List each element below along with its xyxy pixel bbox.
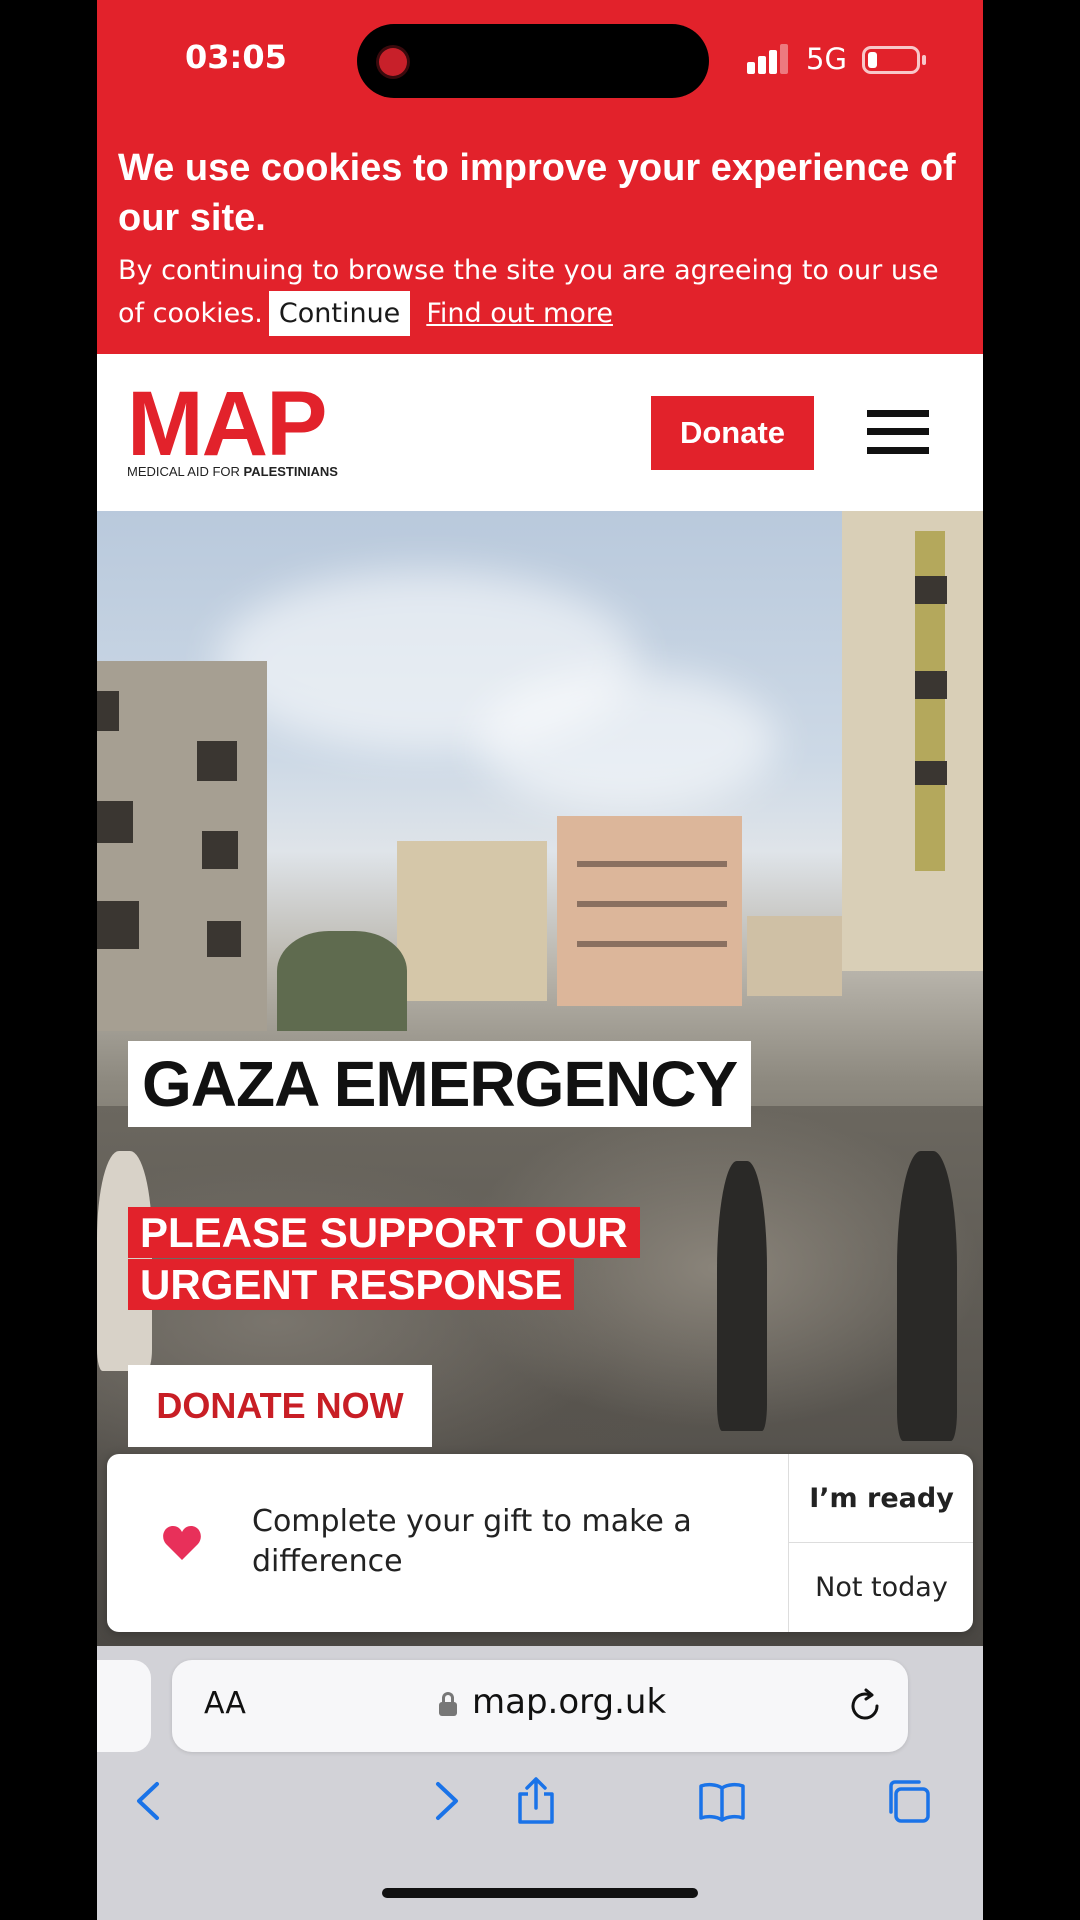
forward-icon[interactable] [420,1776,470,1826]
text-size-label: AA [204,1686,246,1721]
home-indicator[interactable] [382,1888,698,1898]
cookie-title: We use cookies to improve your experienc… [118,147,956,239]
address-bar[interactable]: AA map.org.uk [172,1660,908,1752]
phone-screen: 03:05 5G We use cookies to improve your … [97,0,983,1920]
back-icon[interactable] [125,1776,175,1826]
gift-reminder-card: Complete your gift to make a difference … [107,1454,973,1632]
header-donate-button[interactable]: Donate [651,396,814,470]
browser-toolbar: AA map.org.uk [97,1646,983,1920]
logo-wordmark: MAP [127,373,327,475]
text-size-button[interactable]: AA [204,1686,246,1721]
bookmarks-icon[interactable] [697,1776,747,1826]
battery-icon [862,46,920,74]
cookie-find-out-more-link[interactable]: Find out more [426,298,613,329]
tabs-icon[interactable] [883,1776,933,1826]
site-header: MAP MEDICAL AID FOR PALESTINIANS Donate [97,354,983,511]
heart-icon [163,1526,201,1560]
reload-icon[interactable] [847,1688,883,1724]
network-type: 5G [806,42,847,76]
not-today-button[interactable]: Not today [789,1543,973,1632]
logo-tagline-regular: MEDICAL AID FOR [127,464,244,479]
logo-tagline-bold: PALESTINIANS [243,464,338,479]
lock-icon [439,1692,457,1716]
dynamic-island [357,24,709,98]
hamburger-menu-icon[interactable] [867,410,929,454]
cookie-continue-button[interactable]: Continue [268,291,411,336]
url-text: map.org.uk [472,1682,667,1722]
hero-title: GAZA EMERGENCY [128,1041,752,1127]
recording-indicator-icon [379,48,407,76]
hero-subtitle: PLEASE SUPPORT OUR URGENT RESPONSE [128,1207,768,1311]
battery-tip [922,55,926,65]
im-ready-button[interactable]: I’m ready [789,1454,973,1543]
gift-actions: I’m ready Not today [788,1454,973,1632]
donate-now-button[interactable]: DONATE NOW [128,1365,432,1447]
status-time: 03:05 [185,38,287,76]
share-icon[interactable] [511,1776,561,1826]
map-logo[interactable]: MAP MEDICAL AID FOR PALESTINIANS [127,373,338,480]
gift-message: Complete your gift to make a difference [252,1504,692,1579]
hero-subtitle-text: PLEASE SUPPORT OUR URGENT RESPONSE [128,1207,640,1310]
signal-icon [747,44,791,74]
logo-tagline: MEDICAL AID FOR PALESTINIANS [127,464,338,479]
cookie-message: By continuing to browse the site you are… [118,250,968,336]
cookie-banner: 03:05 5G We use cookies to improve your … [97,0,983,354]
previous-tab-preview[interactable] [97,1660,151,1752]
